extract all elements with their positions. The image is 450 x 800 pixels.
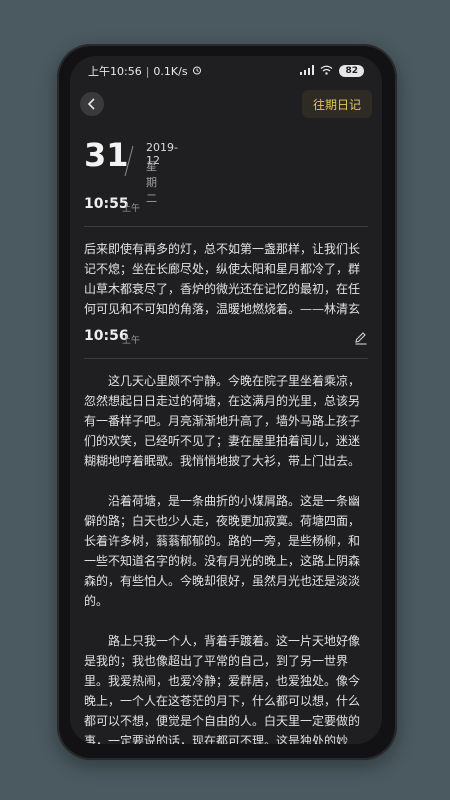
status-time: 上午10:56: [88, 65, 142, 78]
entry-header: 10:56 上午: [84, 328, 368, 350]
entry-paragraph: 后来即使有再多的灯，总不如第一盏那样，让我们长记不熄；坐在长廊尽处，纵使太阳和星…: [84, 242, 361, 316]
back-button[interactable]: [80, 92, 104, 116]
diary-entry[interactable]: 10:56 上午 这几天心里颇不宁静。今晚在院子里坐着乘凉，忽然想起日日走过的荷…: [84, 328, 368, 744]
status-bar: 上午10:56 | 0.1K/s 82: [88, 62, 364, 80]
date-slash-divider: [124, 145, 134, 177]
entry-body: 这几天心里颇不宁静。今晚在院子里坐着乘凉，忽然想起日日走过的荷塘，在这满月的光里…: [84, 371, 368, 744]
network-speed: 0.1K/s: [153, 64, 188, 78]
entry-divider: [84, 226, 368, 227]
entry-paragraph: 这几天心里颇不宁静。今晚在院子里坐着乘凉，忽然想起日日走过的荷塘，在这满月的光里…: [84, 374, 361, 468]
screen: 上午10:56 | 0.1K/s 82 往期日记 31 2019-12 星期二 …: [70, 56, 382, 744]
entry-paragraph: 沿着荷塘，是一条曲折的小煤屑路。这是一条幽僻的路；白天也少人走，夜晚更加寂寞。荷…: [84, 494, 361, 608]
entry-ampm: 上午: [122, 204, 141, 214]
entry-body: 后来即使有再多的灯，总不如第一盏那样，让我们长记不熄；坐在长廊尽处，纵使太阳和星…: [84, 239, 368, 319]
alarm-icon: [192, 65, 202, 78]
entry-ampm: 上午: [122, 336, 141, 346]
entry-header: 10:55 上午: [84, 196, 368, 218]
entry-paragraph: 路上只我一个人，背着手踱着。这一片天地好像是我的；我也像超出了平常的自己，到了另…: [84, 634, 361, 744]
top-bar: 往期日记: [80, 90, 372, 120]
battery-indicator: 82: [339, 65, 364, 77]
history-diary-button[interactable]: 往期日记: [302, 90, 372, 118]
diary-entry[interactable]: 10:55 上午 后来即使有再多的灯，总不如第一盏那样，让我们长记不熄；坐在长廊…: [84, 196, 368, 319]
entry-divider: [84, 358, 368, 359]
wifi-icon: [320, 65, 333, 78]
signal-icon: [300, 64, 315, 78]
edit-icon[interactable]: [354, 330, 368, 345]
day-number: 31: [84, 136, 129, 174]
chevron-left-icon: [87, 95, 97, 114]
status-separator: |: [145, 64, 150, 78]
